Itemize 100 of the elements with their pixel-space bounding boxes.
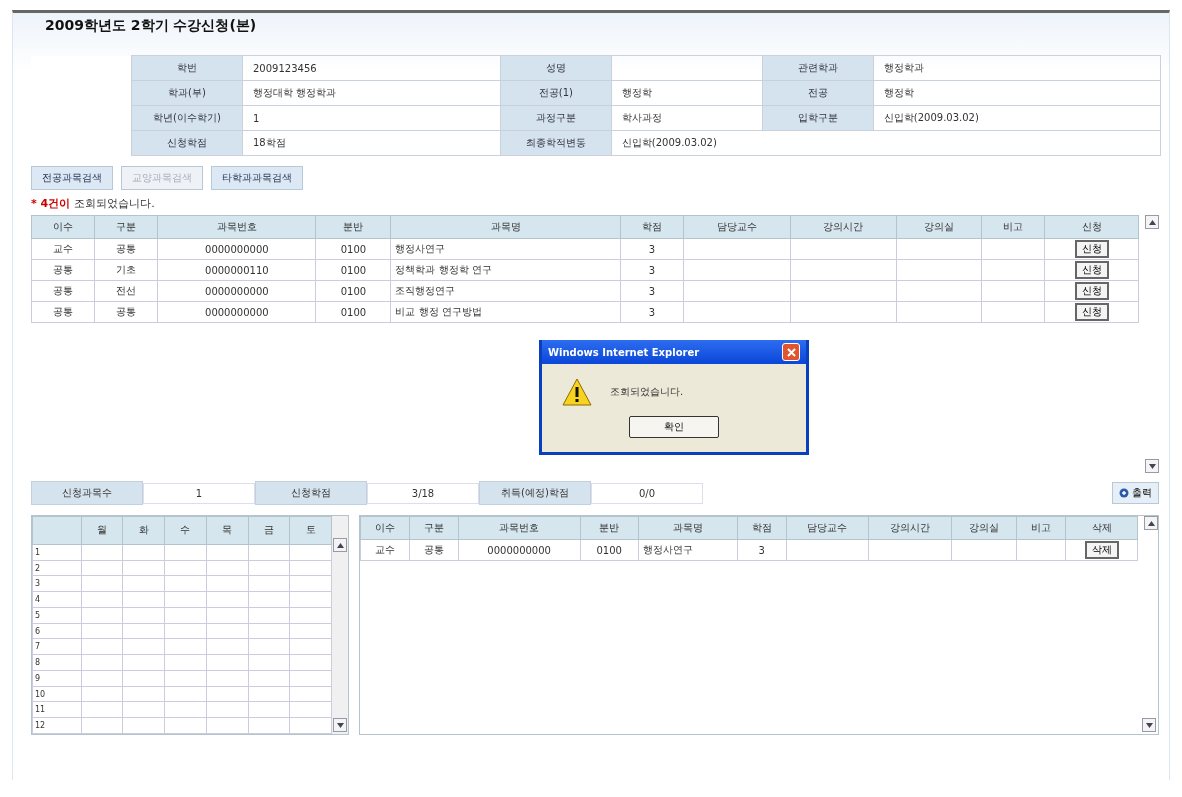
period-number: 5 xyxy=(32,607,82,624)
table-cell: 0000000000 xyxy=(205,243,269,255)
field-value: 행정대학 행정학과 xyxy=(253,87,337,98)
table-cell: 공통 xyxy=(53,285,74,296)
field-value: 행정학과 xyxy=(883,62,924,73)
table-cell: 0100 xyxy=(340,306,367,318)
summary-value: 3/18 xyxy=(367,482,479,504)
table-cell: 정책학과 행정학 연구 xyxy=(395,264,492,275)
field-value: 2009123456 xyxy=(253,62,317,74)
table-cell: 교수 xyxy=(53,243,74,254)
summary-label: 신청학점 xyxy=(255,481,367,505)
table-cell: 교수 xyxy=(374,544,395,555)
field-value: 신입학(2009.03.02) xyxy=(621,137,717,148)
apply-button[interactable]: 신청 xyxy=(1074,303,1109,321)
table-cell: 공통 xyxy=(53,306,74,317)
table-cell: 공통 xyxy=(423,544,444,555)
apply-button[interactable]: 신청 xyxy=(1074,240,1109,258)
period-number: 3 xyxy=(32,575,82,592)
table-cell: 0100 xyxy=(596,544,622,556)
table-cell: 비교 행정 연구방법 xyxy=(395,306,482,317)
result-message: 조회되었습니다. xyxy=(74,196,155,211)
scroll-up-icon[interactable] xyxy=(333,538,347,552)
print-button[interactable]: 출력 xyxy=(1112,482,1159,504)
scroll-down-icon[interactable] xyxy=(333,718,347,732)
period-number: 10 xyxy=(32,686,82,702)
field-label: 입학구분 xyxy=(762,105,874,131)
field-value: 행정학 xyxy=(621,87,652,98)
field-label: 전공(1) xyxy=(500,80,612,106)
page-title: 2009학년도 2학기 수강신청(본) xyxy=(44,16,258,35)
period-number: 9 xyxy=(32,670,82,687)
table-cell: 조직행정연구 xyxy=(395,285,456,296)
column-header: 강의시간 xyxy=(790,215,897,239)
dialog-message: 조회되었습니다. xyxy=(610,385,684,399)
day-header: 목 xyxy=(206,516,249,545)
apply-button[interactable]: 신청 xyxy=(1074,261,1109,279)
search-button[interactable]: 전공과목검색 xyxy=(31,166,113,190)
scroll-down-icon[interactable] xyxy=(1142,718,1156,732)
ok-button[interactable]: 확인 xyxy=(629,416,719,438)
day-header: 토 xyxy=(289,516,332,545)
day-header: 금 xyxy=(248,516,290,545)
search-button[interactable]: 타학과과목검색 xyxy=(211,166,303,190)
period-number: 6 xyxy=(32,623,82,639)
field-value: 학사과정 xyxy=(621,112,662,123)
column-header: 담당교수 xyxy=(683,215,791,239)
day-header: 화 xyxy=(122,516,165,545)
field-label: 관련학과 xyxy=(762,55,874,81)
column-header: 이수 xyxy=(360,516,410,540)
column-header: 과목번호 xyxy=(458,516,581,540)
table-cell: 0000000000 xyxy=(487,544,551,556)
column-header: 학점 xyxy=(620,215,684,239)
scroll-down-icon[interactable] xyxy=(1145,459,1159,473)
field-label: 성명 xyxy=(500,55,612,81)
column-header: 신청 xyxy=(1044,215,1139,239)
field-label: 전공 xyxy=(762,80,874,106)
table-cell: 0100 xyxy=(340,264,367,276)
table-cell: 3 xyxy=(648,285,656,297)
table-cell: 0000000110 xyxy=(205,264,269,276)
column-header: 학점 xyxy=(737,516,787,540)
dialog-title: Windows Internet Explorer xyxy=(548,346,700,358)
period-number: 2 xyxy=(32,560,82,576)
field-value: 행정학 xyxy=(883,87,914,98)
table-cell: 공통 xyxy=(116,306,137,317)
apply-button[interactable]: 신청 xyxy=(1074,282,1109,300)
column-header: 구분 xyxy=(409,516,459,540)
table-cell: 행정사연구 xyxy=(642,544,693,555)
field-value: 18학점 xyxy=(253,137,286,148)
table-cell: 0000000000 xyxy=(205,306,269,318)
table-cell: 행정사연구 xyxy=(395,243,446,254)
field-label: 학년(이수학기) xyxy=(131,105,243,131)
column-header: 이수 xyxy=(31,215,95,239)
table-cell: 기초 xyxy=(116,264,137,275)
warning-icon xyxy=(562,378,592,406)
table-cell: 공통 xyxy=(53,264,74,275)
day-header: 수 xyxy=(164,516,207,545)
field-value: 1 xyxy=(253,112,260,124)
period-number: 4 xyxy=(32,591,82,608)
column-header: 과목번호 xyxy=(157,215,316,239)
field-label: 과정구분 xyxy=(500,105,612,131)
field-label: 학과(부) xyxy=(131,80,243,106)
column-header: 강의실 xyxy=(896,215,982,239)
table-cell: 전선 xyxy=(116,285,137,296)
close-icon[interactable] xyxy=(782,343,800,361)
column-header: 삭제 xyxy=(1065,516,1138,540)
field-label: 학번 xyxy=(131,55,243,81)
column-header: 비고 xyxy=(1016,516,1066,540)
result-count: * 4건이 xyxy=(31,196,71,211)
field-label: 최종학적변동 xyxy=(500,130,612,156)
summary-label: 취득(예정)학점 xyxy=(479,481,591,505)
field-label: 신청학점 xyxy=(131,130,243,156)
table-cell: 공통 xyxy=(116,243,137,254)
table-cell: 3 xyxy=(648,264,656,276)
scroll-up-icon[interactable] xyxy=(1144,516,1158,530)
scroll-up-icon[interactable] xyxy=(1145,215,1159,229)
table-cell: 0000000000 xyxy=(205,285,269,297)
table-cell: 0100 xyxy=(340,243,367,255)
table-cell: 3 xyxy=(648,243,656,255)
table-cell: 3 xyxy=(648,306,656,318)
column-header: 분반 xyxy=(580,516,639,540)
delete-button[interactable]: 삭제 xyxy=(1084,541,1119,559)
column-header: 분반 xyxy=(315,215,391,239)
